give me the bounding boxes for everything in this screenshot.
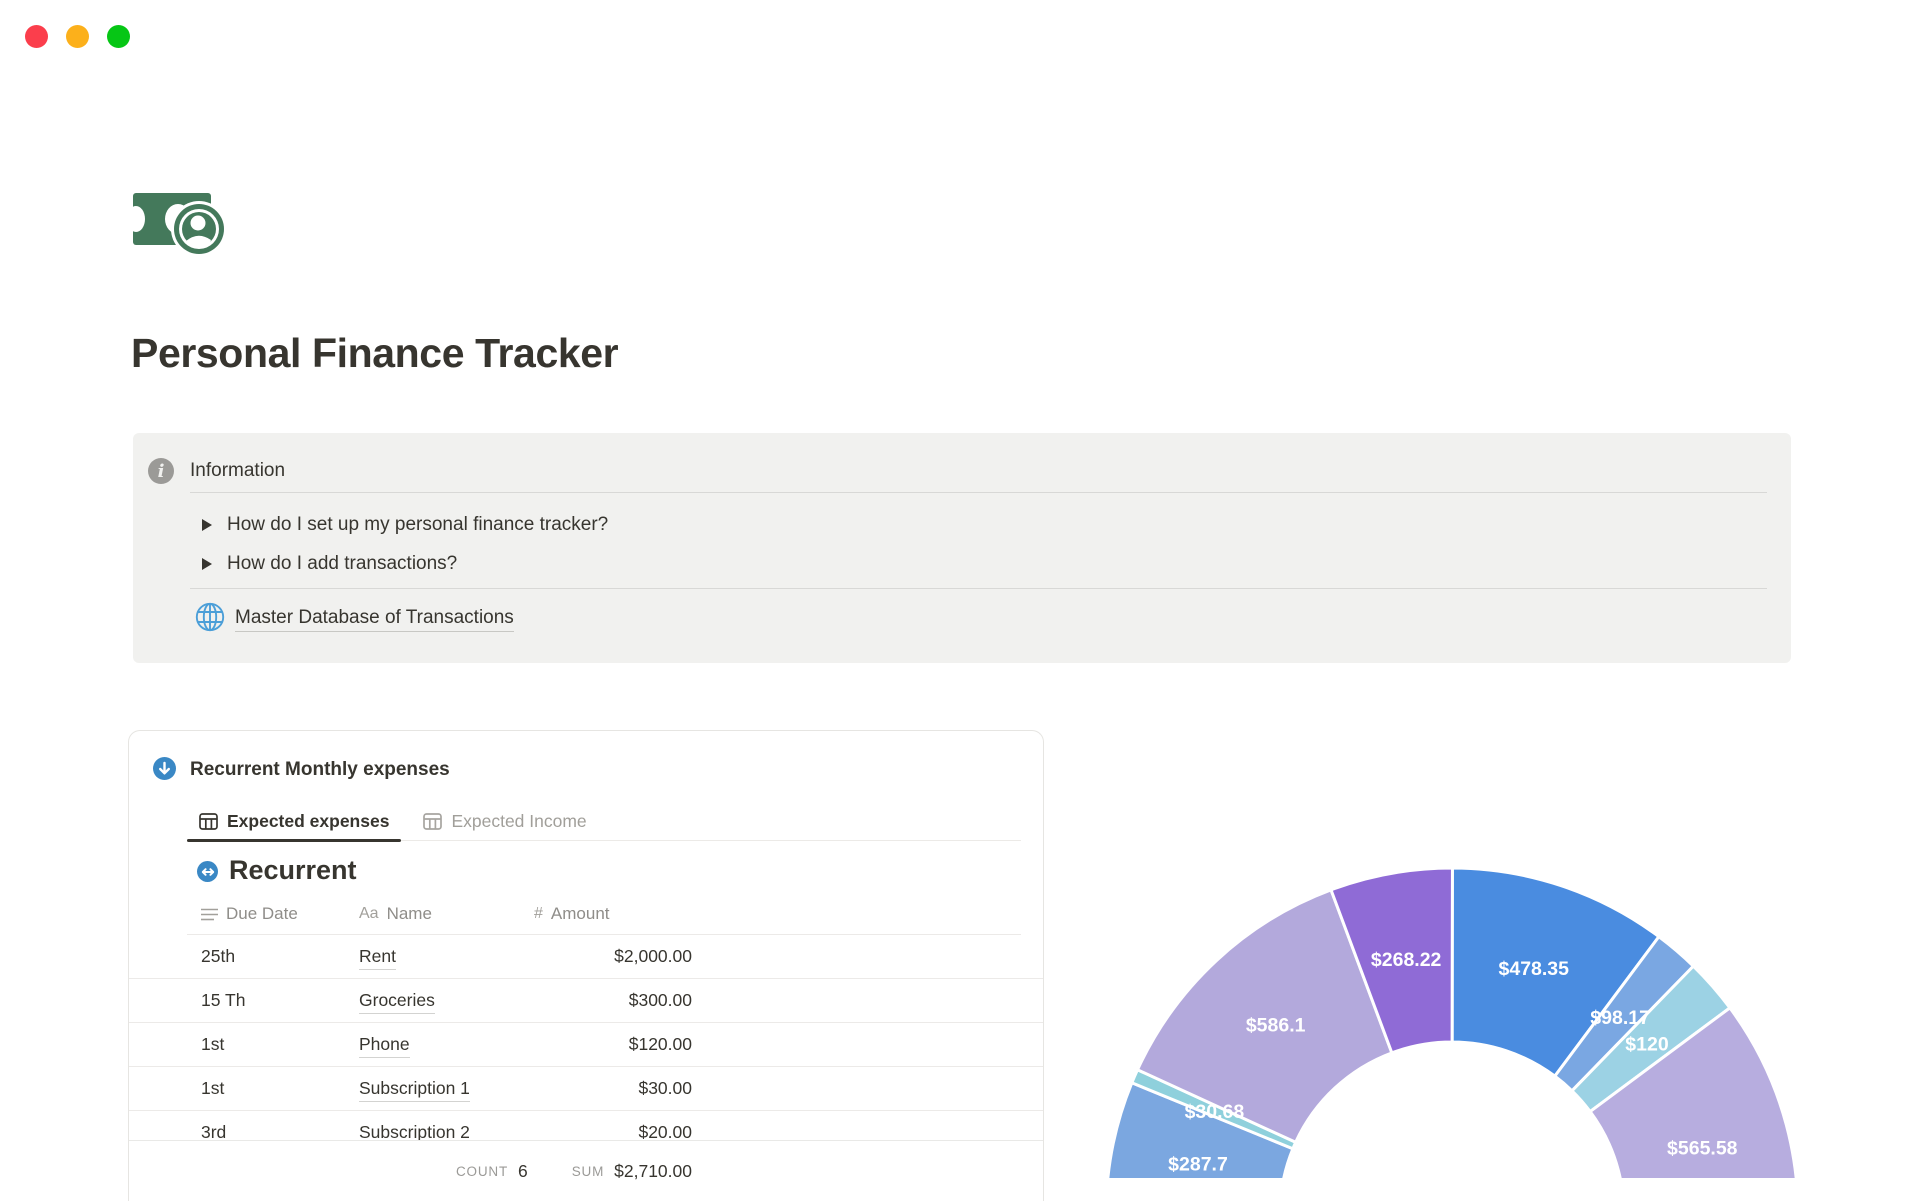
table-icon (199, 812, 218, 830)
expenses-donut-chart: $287.7 $30.68 $586.1 $268.22 $478.35 $98.17 $1… (1050, 820, 1920, 1178)
tab-label: Expected Income (451, 810, 587, 831)
name-cell-link[interactable]: Phone (359, 1034, 410, 1058)
recurrent-expenses-card: Recurrent Monthly expenses Expected expe… (128, 730, 1044, 1201)
name-cell-link[interactable]: Subscription 1 (359, 1078, 470, 1102)
slice-value-label: $98.17 (1590, 1007, 1650, 1029)
slice-value-label: $287.7 (1168, 1153, 1228, 1175)
page-title[interactable]: Personal Finance Tracker (131, 330, 619, 377)
left-right-arrows-circle-icon (197, 861, 218, 882)
callout-divider (190, 588, 1767, 589)
master-database-link[interactable]: Master Database of Transactions (194, 601, 514, 638)
slice-value-label: $565.58 (1667, 1137, 1738, 1159)
toggle-label: How do I set up my personal finance trac… (227, 513, 609, 535)
toggle-triangle-icon[interactable] (202, 557, 212, 570)
toggle-row[interactable]: How do I set up my personal finance trac… (202, 505, 608, 544)
table-row[interactable]: 25th Rent $2,000.00 (129, 935, 1043, 979)
column-header-label: Amount (550, 904, 610, 923)
sum-label[interactable]: SUM (572, 1164, 604, 1179)
amount-cell[interactable]: $120.00 (534, 1034, 692, 1055)
table-icon (423, 812, 443, 830)
column-header-label: Name (386, 904, 432, 923)
due-date-cell[interactable]: 25th (201, 946, 235, 967)
database-title[interactable]: Recurrent (229, 855, 357, 886)
amount-cell[interactable]: $30.00 (534, 1078, 692, 1099)
information-callout: i Information How do I set up my persona… (133, 433, 1791, 663)
name-cell-link[interactable]: Groceries (359, 990, 435, 1014)
name-cell-link[interactable]: Rent (359, 946, 396, 970)
slice-value-label: $30.68 (1185, 1101, 1245, 1123)
info-icon: i (148, 458, 174, 484)
table-header-row: Due Date Aa Name # Amount (129, 896, 1043, 934)
expenses-table: Due Date Aa Name # Amount 25th Rent $2,000.00 1… (129, 896, 1043, 1155)
due-date-cell[interactable]: 15 Th (201, 990, 245, 1011)
sum-value: $2,710.00 (614, 1160, 692, 1181)
master-database-link-label[interactable]: Master Database of Transactions (235, 607, 514, 632)
close-button[interactable] (25, 25, 48, 48)
toggle-row[interactable]: How do I add transactions? (202, 544, 608, 583)
count-label[interactable]: COUNT (456, 1164, 508, 1179)
page-icon-banknote-coin[interactable] (127, 183, 237, 261)
minimize-button[interactable] (66, 25, 89, 48)
globe-icon (194, 601, 226, 638)
toggle-list: How do I set up my personal finance trac… (202, 505, 608, 583)
toggle-triangle-icon[interactable] (202, 518, 212, 531)
due-date-cell[interactable]: 1st (201, 1034, 224, 1055)
due-date-cell[interactable]: 1st (201, 1078, 224, 1099)
card-title[interactable]: Recurrent Monthly expenses (190, 759, 450, 781)
window-controls (25, 25, 130, 48)
tab-expected-expenses[interactable]: Expected expenses (187, 802, 402, 842)
toggle-label: How do I add transactions? (227, 552, 458, 574)
slice-value-label: $120 (1625, 1034, 1669, 1056)
table-row[interactable]: 1st Phone $120.00 (129, 1023, 1043, 1067)
column-header-due-date[interactable]: Due Date (201, 904, 298, 924)
column-header-label: Due Date (226, 904, 298, 923)
amount-cell[interactable]: $300.00 (534, 990, 692, 1011)
callout-title: Information (190, 460, 286, 481)
zoom-button[interactable] (107, 25, 130, 48)
slice-value-label: $586.1 (1246, 1014, 1306, 1036)
title-Aa-icon: Aa (359, 905, 379, 922)
slice-value-label: $478.35 (1499, 958, 1570, 980)
tab-label: Expected expenses (227, 810, 390, 831)
text-lines-icon (201, 908, 218, 921)
table-row[interactable]: 1st Subscription 1 $30.00 (129, 1067, 1043, 1111)
tab-bar: Expected expenses Expected Income (187, 802, 1021, 842)
count-value: 6 (518, 1160, 528, 1181)
column-header-amount[interactable]: # Amount (534, 904, 610, 924)
number-hash-icon: # (534, 905, 543, 922)
tab-expected-income[interactable]: Expected Income (411, 802, 598, 840)
callout-divider (190, 492, 1767, 493)
slice-value-label: $268.22 (1371, 949, 1442, 971)
column-header-name[interactable]: Aa Name (359, 904, 432, 924)
table-calculation-row[interactable]: COUNT 6 SUM $2,710.00 (129, 1140, 1043, 1201)
table-row[interactable]: 15 Th Groceries $300.00 (129, 979, 1043, 1023)
amount-cell[interactable]: $2,000.00 (534, 946, 692, 967)
down-arrow-circle-icon[interactable] (153, 757, 176, 780)
